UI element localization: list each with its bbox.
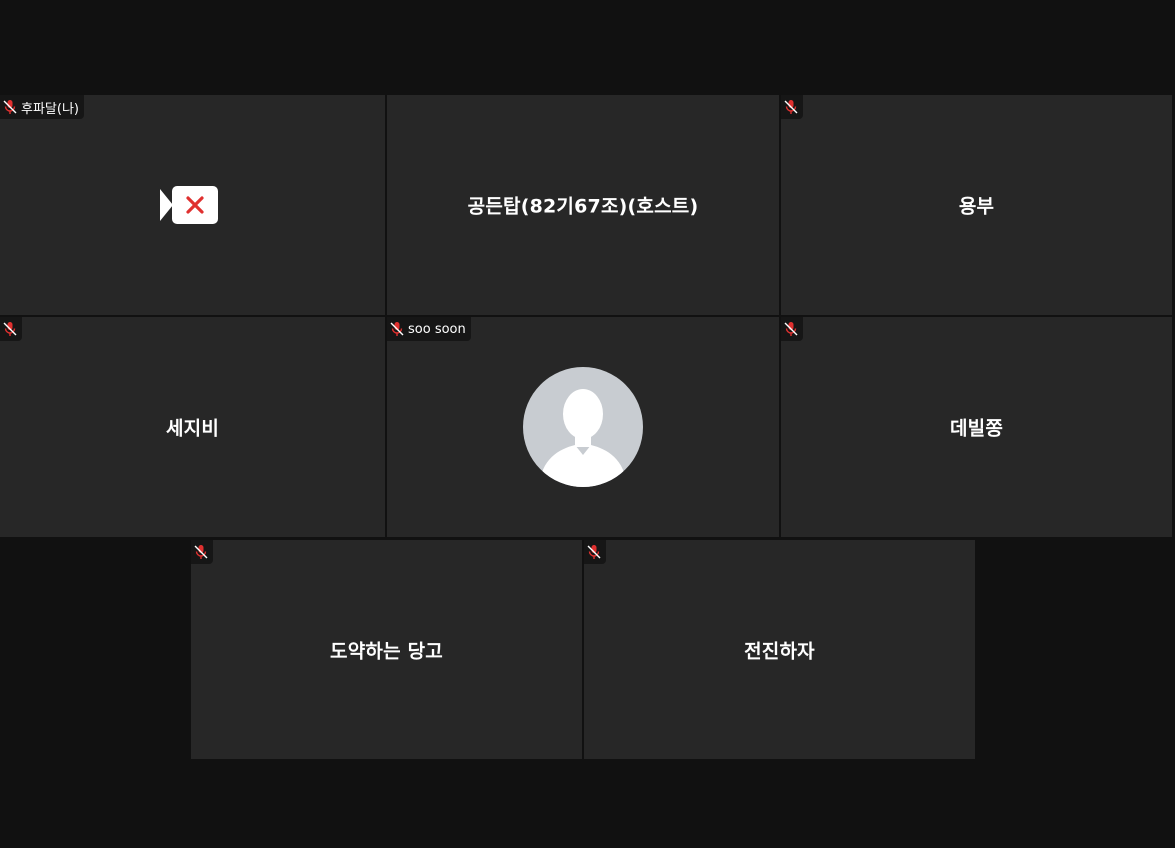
participant-name-label: soo soon bbox=[408, 321, 466, 337]
video-tile[interactable]: 세지비 bbox=[0, 317, 385, 537]
participant-tag bbox=[0, 317, 22, 341]
video-tile-self[interactable]: 후파달(나) bbox=[0, 95, 385, 315]
muted-mic-icon bbox=[390, 322, 404, 336]
participant-name: 용부 bbox=[958, 195, 995, 218]
camera-off-icon bbox=[160, 186, 218, 224]
video-tile[interactable]: 용부 bbox=[781, 95, 1172, 315]
participant-name: 데빌쫑 bbox=[949, 417, 1004, 440]
video-tile[interactable]: 데빌쫑 bbox=[781, 317, 1172, 537]
muted-mic-icon bbox=[587, 545, 601, 559]
muted-mic-icon bbox=[3, 322, 17, 336]
muted-mic-icon bbox=[3, 100, 17, 114]
participant-name: 공든탑(82기67조)(호스트) bbox=[467, 195, 699, 218]
muted-mic-icon bbox=[194, 545, 208, 559]
participant-name-label: 후파달(나) bbox=[21, 101, 79, 117]
muted-mic-icon bbox=[784, 322, 798, 336]
video-tile-host[interactable]: 공든탑(82기67조)(호스트) bbox=[387, 95, 779, 315]
participant-tag bbox=[781, 317, 803, 341]
video-tile[interactable]: 전진하자 bbox=[584, 540, 975, 759]
default-avatar-icon bbox=[523, 367, 643, 487]
video-tile[interactable]: soo soon bbox=[387, 317, 779, 537]
video-tile[interactable]: 도약하는 당고 bbox=[191, 540, 582, 759]
participant-name: 세지비 bbox=[165, 417, 220, 440]
participant-tag: 후파달(나) bbox=[0, 95, 84, 119]
participant-tag bbox=[584, 540, 606, 564]
muted-mic-icon bbox=[784, 100, 798, 114]
participant-tag: soo soon bbox=[387, 317, 471, 341]
participant-tag bbox=[781, 95, 803, 119]
participant-tag bbox=[191, 540, 213, 564]
participant-name: 전진하자 bbox=[744, 640, 815, 662]
participant-name: 도약하는 당고 bbox=[330, 640, 443, 662]
